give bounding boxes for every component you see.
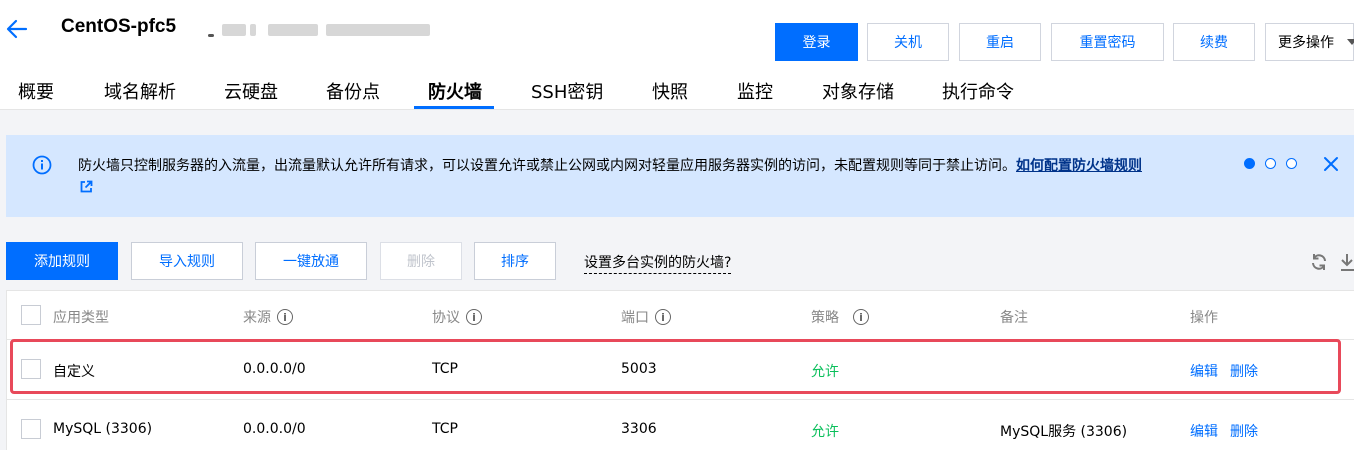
carousel-dot-2[interactable] [1265,158,1276,169]
tab-ssh-keys[interactable]: SSH密钥 [531,78,603,104]
back-arrow-icon[interactable] [6,18,28,40]
refresh-icon[interactable] [1310,253,1328,271]
reset-password-button[interactable]: 重置密码 [1051,23,1164,61]
tab-overview[interactable]: 概要 [18,78,54,104]
col-source: 来源 i [243,307,293,327]
highlight-box [10,339,1341,394]
col-policy-label: 策略 [811,310,839,326]
cell-port: 3306 [621,421,657,437]
carousel-dot-1[interactable] [1244,158,1255,169]
col-remark-label: 备注 [1000,310,1028,326]
redacted-instance-info [208,24,430,38]
tab-bar: 概要 域名解析 云硬盘 备份点 防火墙 SSH密钥 快照 监控 对象存储 执行命… [0,74,1354,110]
restart-button[interactable]: 重启 [959,23,1041,61]
col-actions: 操作 [1190,307,1218,327]
more-actions-label: 更多操作 [1278,35,1334,51]
delete-link[interactable]: 删除 [1230,421,1258,441]
select-all-checkbox[interactable] [21,305,41,325]
banner-message: 防火墙只控制服务器的入流量，出流量默认允许所有请求，可以设置允许或禁止公网或内网… [78,158,1016,174]
col-app-type: 应用类型 [53,307,109,327]
col-protocol-label: 协议 [432,310,460,326]
cell-policy: 允许 [811,424,839,440]
close-icon[interactable] [1322,155,1340,173]
firewall-help-link[interactable]: 如何配置防火墙规则 [1016,158,1142,174]
info-circle-icon[interactable]: i [277,309,293,325]
tab-run-command[interactable]: 执行命令 [942,78,1014,104]
tab-backup[interactable]: 备份点 [326,78,380,104]
tab-firewall[interactable]: 防火墙 [428,78,482,104]
caret-down-icon [1347,39,1354,45]
instance-header: CentOS-pfc5 登录 关机 重启 重置密码 续费 更多操作 概要 域名解… [0,0,1354,110]
sort-button[interactable]: 排序 [474,242,556,280]
col-app-type-label: 应用类型 [53,310,109,326]
external-link-icon[interactable] [80,180,93,193]
tab-monitoring[interactable]: 监控 [737,78,773,104]
login-button[interactable]: 登录 [775,23,858,61]
import-rules-button[interactable]: 导入规则 [131,242,243,280]
delete-button[interactable]: 删除 [380,242,462,280]
banner-text-line: 防火墙只控制服务器的入流量，出流量默认允许所有请求，可以设置允许或禁止公网或内网… [78,155,1142,175]
tab-dns[interactable]: 域名解析 [104,78,176,104]
multi-instance-firewall-link[interactable]: 设置多台实例的防火墙? [584,252,732,274]
cell-app-type: MySQL (3306) [53,421,153,437]
tab-snapshots[interactable]: 快照 [652,78,688,104]
edit-link[interactable]: 编辑 [1190,421,1218,441]
tab-cloud-disk[interactable]: 云硬盘 [224,78,278,104]
col-port: 端口 i [621,307,671,327]
col-port-label: 端口 [621,310,649,326]
instance-title: CentOS-pfc5 [61,16,177,37]
info-icon [32,155,52,175]
col-actions-label: 操作 [1190,310,1218,326]
col-policy: 策略 i [811,307,869,327]
more-actions-dropdown[interactable]: 更多操作 [1265,23,1354,61]
renew-button[interactable]: 续费 [1173,23,1255,61]
row-checkbox[interactable] [21,419,41,439]
cell-protocol: TCP [432,421,458,437]
tab-object-storage[interactable]: 对象存储 [822,78,894,104]
add-rule-button[interactable]: 添加规则 [6,242,118,280]
col-source-label: 来源 [243,310,271,326]
col-protocol: 协议 i [432,307,482,327]
col-remark: 备注 [1000,307,1028,327]
info-banner: 防火墙只控制服务器的入流量，出流量默认允许所有请求，可以设置允许或禁止公网或内网… [6,135,1354,217]
cell-source: 0.0.0.0/0 [243,421,306,437]
info-circle-icon[interactable]: i [655,309,671,325]
info-circle-icon[interactable]: i [466,309,482,325]
row-divider [7,399,1354,400]
carousel-dot-3[interactable] [1286,158,1297,169]
carousel-dots [1244,158,1297,169]
one-click-open-button[interactable]: 一键放通 [255,242,367,280]
info-circle-icon[interactable]: i [853,309,869,325]
cell-remark: MySQL服务 (3306) [1000,424,1128,440]
shutdown-button[interactable]: 关机 [867,23,949,61]
download-icon[interactable] [1340,252,1354,272]
active-tab-indicator [414,106,494,109]
